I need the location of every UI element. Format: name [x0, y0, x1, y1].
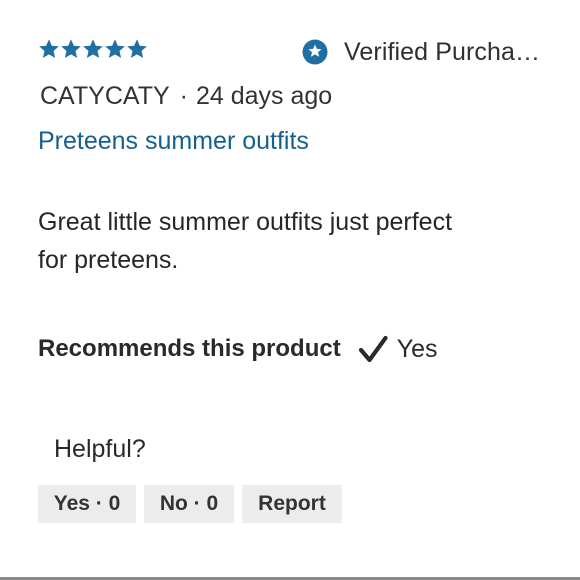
helpful-yes-button[interactable]: Yes · 0 [38, 485, 136, 523]
review-body: Great little summer outfits just perfect… [38, 203, 508, 279]
helpful-prompt: Helpful? [54, 435, 146, 463]
star-icon [83, 39, 103, 58]
byline-separator: · [179, 82, 188, 110]
helpful-actions: Yes · 0 No · 0 Report [38, 485, 342, 523]
helpful-no-button[interactable]: No · 0 [144, 485, 234, 523]
star-icon [39, 39, 59, 58]
star-rating [38, 37, 148, 63]
verified-badge-icon [302, 39, 328, 65]
star-icon [105, 39, 125, 58]
verified-label: Verified Purcha… [344, 37, 541, 66]
review-author: CATYCATY [40, 82, 170, 110]
review-byline: CATYCATY · 24 days ago [40, 82, 332, 111]
star-icon [127, 39, 147, 58]
review-body-line: Great little summer outfits just perfect [38, 208, 453, 236]
review-title: Preteens summer outfits [38, 127, 309, 155]
star-icon [61, 39, 81, 58]
recommends-product: Recommends this product Yes [38, 332, 438, 366]
checkmark-icon [358, 335, 388, 363]
review-age: 24 days ago [195, 82, 333, 110]
review-card: Verified Purcha… CATYCATY · 24 days ago Pr… [0, 0, 580, 580]
review-body-line: for preteens. [38, 246, 179, 274]
recommends-label: Recommends this product [38, 335, 341, 362]
verified-purchase: Verified Purcha… [302, 36, 540, 68]
report-button[interactable]: Report [242, 485, 342, 523]
recommends-value: Yes [396, 334, 438, 363]
